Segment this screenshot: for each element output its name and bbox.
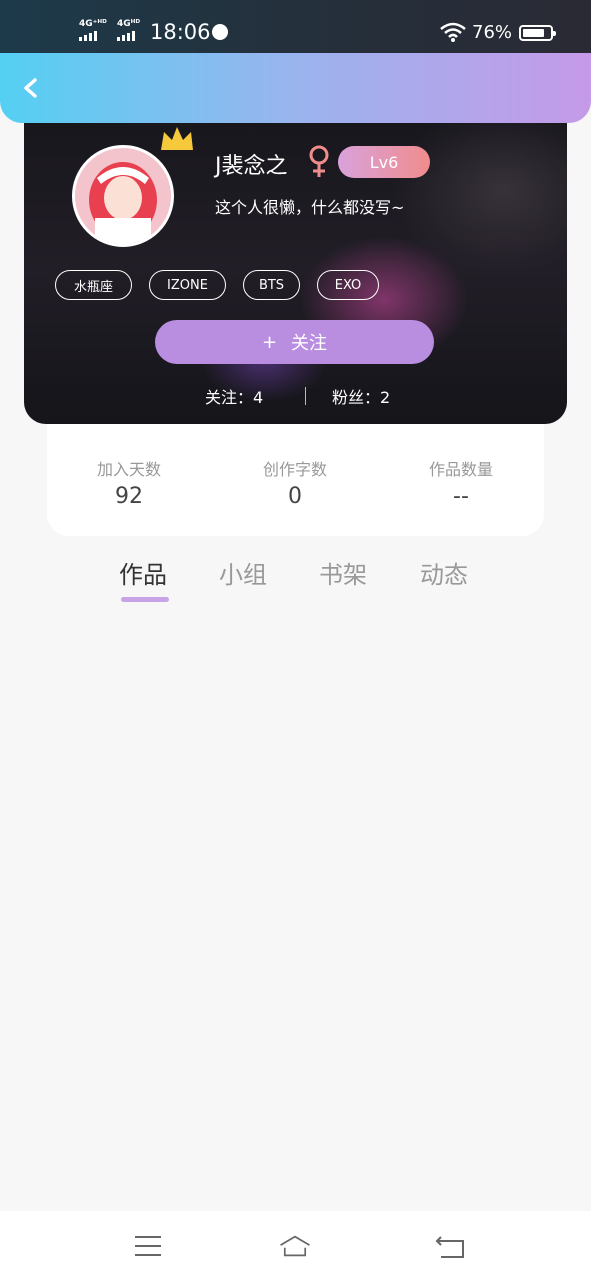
globe-icon (212, 24, 228, 40)
content-tabs: 作品 小组 书架 动态 (0, 555, 591, 605)
battery-percent: 76% (472, 22, 513, 43)
crown-icon (161, 127, 193, 150)
divider (305, 387, 306, 405)
stat-value: -- (453, 484, 469, 509)
following-count[interactable]: 关注：4 (205, 384, 263, 408)
follow-label: 关注 (291, 333, 328, 354)
female-icon (309, 145, 329, 177)
stat-value: 0 (288, 484, 302, 509)
chevron-left-icon[interactable] (14, 71, 48, 105)
profile-card: J裴念之 Lv6 这个人很懒，什么都没写~ 水瓶座 IZONE BTS EXO … (24, 110, 567, 424)
system-nav-bar (0, 1211, 591, 1280)
header-bar (0, 53, 591, 123)
fans-count[interactable]: 粉丝：2 (332, 384, 390, 408)
level-badge: Lv6 (338, 146, 430, 178)
signal-bars-icon (79, 31, 107, 41)
back-icon[interactable] (433, 1231, 467, 1261)
signal-label-1: 4G⁺ᴴᴰ (79, 19, 107, 29)
stat-label: 创作字数 (262, 460, 327, 479)
tab-activity[interactable]: 动态 (420, 555, 468, 590)
tab-works[interactable]: 作品 (119, 555, 167, 590)
stat-label: 加入天数 (96, 460, 161, 479)
tag-chip[interactable]: BTS (243, 270, 300, 300)
stat-join-days: 加入天数 92 (59, 456, 199, 509)
plus-icon: + (261, 331, 278, 353)
clock: 18:06 (150, 20, 211, 44)
signal-indicator-2: 4Gᴴᴰ (117, 20, 140, 41)
menu-icon[interactable] (131, 1231, 165, 1261)
tab-indicator (121, 597, 169, 602)
user-bio: 这个人很懒，什么都没写~ (215, 198, 405, 217)
interest-tags: 水瓶座 IZONE BTS EXO (55, 270, 379, 300)
tag-chip[interactable]: IZONE (149, 270, 226, 300)
wifi-icon (440, 22, 466, 42)
avatar[interactable] (72, 145, 174, 247)
stat-label: 作品数量 (428, 460, 493, 479)
signal-indicator-1: 4G⁺ᴴᴰ (79, 20, 107, 41)
signal-label-2: 4Gᴴᴰ (117, 19, 141, 29)
tag-chip[interactable]: EXO (317, 270, 379, 300)
follow-button[interactable]: + 关注 (155, 320, 434, 364)
stat-value: 92 (115, 484, 143, 509)
signal-bars-icon (117, 31, 140, 41)
stat-word-count: 创作字数 0 (225, 456, 365, 509)
home-icon[interactable] (278, 1231, 312, 1261)
tag-chip[interactable]: 水瓶座 (55, 270, 132, 300)
username: J裴念之 (215, 154, 288, 179)
battery-icon (519, 25, 556, 41)
tab-bookshelf[interactable]: 书架 (319, 555, 367, 590)
stat-works-count: 作品数量 -- (391, 456, 531, 509)
tab-groups[interactable]: 小组 (219, 555, 267, 590)
